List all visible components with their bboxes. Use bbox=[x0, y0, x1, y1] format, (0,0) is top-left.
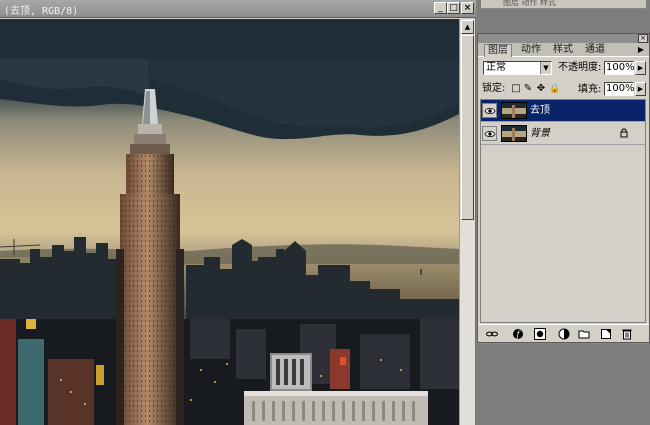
blend-mode-value: 正常 bbox=[486, 62, 506, 73]
minimize-button[interactable]: _ bbox=[434, 2, 447, 14]
panel-dock-bottom bbox=[477, 344, 650, 425]
lock-row: 锁定: □ ✎ ✥ 🔒 填充: 100% ▶ bbox=[478, 81, 649, 97]
panel-close-button[interactable]: × bbox=[638, 34, 648, 43]
adjustment-icon[interactable] bbox=[558, 328, 570, 340]
fill-input[interactable]: 100% bbox=[604, 82, 635, 96]
tab-channels[interactable]: 通道 bbox=[582, 44, 608, 57]
panel-footer: f bbox=[478, 324, 649, 342]
layer-name[interactable]: 去顶 bbox=[530, 104, 550, 117]
blend-mode-select[interactable]: 正常 ▼ bbox=[483, 61, 552, 75]
opacity-label: 不透明度: bbox=[558, 62, 602, 73]
layers-panel: × 图层 动作 样式 通道 ▶ 正常 ▼ 不透明度: 100% ▶ 锁定: □ … bbox=[477, 33, 650, 343]
document-titlebar[interactable]: (去顶, RGB/8) _ □ × bbox=[0, 0, 476, 18]
folder-icon[interactable] bbox=[578, 328, 590, 340]
tab-layers[interactable]: 图层 bbox=[484, 44, 512, 57]
fill-slider-arrow[interactable]: ▶ bbox=[635, 82, 646, 96]
new-layer-icon[interactable] bbox=[600, 328, 612, 340]
close-button[interactable]: × bbox=[461, 2, 474, 14]
panel-menu-arrow-icon[interactable]: ▶ bbox=[636, 45, 646, 55]
opacity-input[interactable]: 100% bbox=[604, 61, 635, 75]
visibility-toggle[interactable] bbox=[482, 126, 497, 141]
document-title: (去顶, RGB/8) bbox=[4, 6, 79, 17]
mask-icon[interactable] bbox=[534, 328, 546, 340]
lock-position-icon[interactable]: ✥ bbox=[536, 84, 546, 94]
panel-dock-top: 图层 动作 样式 bbox=[477, 0, 650, 33]
tab-styles[interactable]: 样式 bbox=[550, 44, 576, 57]
lock-image-icon[interactable]: ✎ bbox=[523, 84, 533, 94]
layer-thumbnail bbox=[501, 125, 527, 142]
dropdown-arrow-icon[interactable]: ▼ bbox=[540, 62, 551, 74]
eye-icon bbox=[484, 130, 496, 138]
image-canvas[interactable] bbox=[0, 19, 459, 425]
link-icon[interactable] bbox=[486, 328, 498, 340]
layers-list: 去顶 背景 bbox=[480, 99, 646, 323]
collapsed-panel-text: 图层 动作 样式 bbox=[503, 0, 557, 7]
trash-icon[interactable] bbox=[621, 328, 633, 340]
photoshop-workspace: (去顶, RGB/8) _ □ × ▲ 图层 动作 样式 × 图层 动作 样式 … bbox=[0, 0, 650, 425]
visibility-toggle[interactable] bbox=[482, 103, 497, 118]
fill-label: 填充: bbox=[578, 84, 602, 95]
layer-style-icon[interactable]: f bbox=[512, 328, 524, 340]
panel-tabs: 图层 动作 样式 通道 ▶ bbox=[478, 43, 649, 57]
collapsed-panel-strip[interactable]: 图层 动作 样式 bbox=[481, 0, 646, 9]
layer-thumbnail bbox=[501, 102, 527, 119]
lock-all-icon[interactable]: 🔒 bbox=[549, 84, 560, 94]
skyline-photo bbox=[0, 19, 459, 425]
panel-titlebar[interactable]: × bbox=[478, 34, 649, 43]
eye-icon bbox=[484, 107, 496, 115]
lock-label: 锁定: bbox=[482, 83, 506, 94]
lock-transparency-icon[interactable]: □ bbox=[511, 84, 521, 94]
layer-row[interactable]: 背景 bbox=[481, 123, 645, 145]
maximize-button[interactable]: □ bbox=[447, 2, 460, 14]
layer-row[interactable]: 去顶 bbox=[481, 100, 645, 122]
vertical-scrollbar[interactable]: ▲ bbox=[459, 19, 475, 425]
tab-actions[interactable]: 动作 bbox=[518, 44, 544, 57]
layer-lock-icon bbox=[620, 128, 628, 138]
scroll-up-arrow[interactable]: ▲ bbox=[461, 20, 474, 34]
scroll-thumb[interactable] bbox=[461, 35, 474, 220]
layer-name[interactable]: 背景 bbox=[530, 127, 550, 140]
opacity-slider-arrow[interactable]: ▶ bbox=[635, 61, 646, 75]
document-window: (去顶, RGB/8) _ □ × ▲ bbox=[0, 0, 476, 425]
